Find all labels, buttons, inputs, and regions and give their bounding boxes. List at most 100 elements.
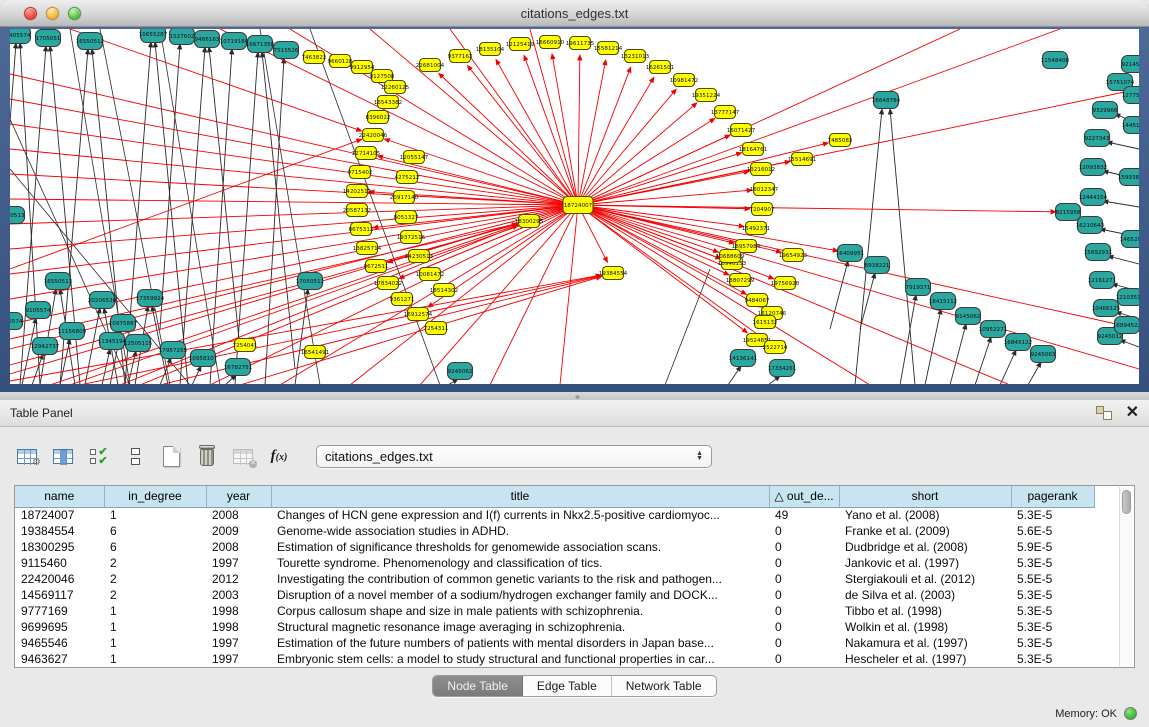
table-cell[interactable]: 1997 [206, 651, 271, 667]
table-cell[interactable]: Disruption of a novel member of a sodium… [271, 587, 769, 603]
network-node-yellow[interactable]: 13777147 [711, 106, 740, 119]
network-node-yellow[interactable]: 18135104 [476, 43, 505, 56]
network-node-teal[interactable]: 9227343 [1085, 130, 1110, 147]
network-node-yellow[interactable]: 12055147 [400, 151, 429, 164]
table-cell[interactable]: 0 [769, 523, 839, 539]
network-node-teal[interactable]: 12775141 [1122, 87, 1139, 104]
table-row[interactable]: 1456911722003Disruption of a novel membe… [15, 587, 1094, 603]
scrollbar-thumb[interactable] [1122, 490, 1131, 514]
network-node-teal[interactable]: 18415112 [929, 293, 957, 310]
table-cell[interactable]: 5.5E-5 [1011, 571, 1094, 587]
delete-table-button[interactable] [194, 443, 220, 469]
network-node-teal[interactable]: 10958107 [189, 350, 218, 367]
network-node-yellow[interactable]: 16071427 [727, 124, 756, 137]
table-cell[interactable]: 1 [104, 507, 206, 523]
table-cell[interactable]: 6 [104, 539, 206, 555]
table-cell[interactable]: 1998 [206, 619, 271, 635]
network-node-yellow[interactable]: 16912574 [404, 308, 433, 321]
table-cell[interactable]: Estimation of the future numbers of pati… [271, 635, 769, 651]
network-node-teal[interactable]: 10466125 [1092, 300, 1121, 317]
table-cell[interactable]: Tourette syndrome. Phenomenology and cla… [271, 555, 769, 571]
network-node-teal[interactable]: 17957255 [159, 342, 188, 359]
minimize-window-icon[interactable] [46, 7, 59, 20]
table-cell[interactable]: 2 [104, 555, 206, 571]
table-cell[interactable]: Yano et al. (2008) [839, 507, 1011, 523]
table-cell[interactable]: 2 [104, 571, 206, 587]
network-node-yellow[interactable]: 19351224 [692, 89, 721, 102]
network-node-teal[interactable]: 9145062 [956, 308, 981, 325]
table-cell[interactable]: 5.3E-5 [1011, 619, 1094, 635]
network-node-yellow[interactable]: 13231013 [621, 50, 650, 63]
network-node-teal[interactable]: 2650513 [10, 207, 25, 224]
table-cell[interactable]: 0 [769, 555, 839, 571]
network-node-yellow[interactable]: 9715402 [348, 166, 373, 179]
network-node-yellow[interactable]: 17834022 [374, 277, 402, 290]
table-cell[interactable]: 14569117 [15, 587, 104, 603]
table-header[interactable]: namein_degreeyeartitle△ out_de...shortpa… [15, 486, 1094, 507]
network-node-yellow[interactable]: 9912954 [350, 61, 375, 74]
table-row[interactable]: 946362711997Embryonic stem cells: a mode… [15, 651, 1094, 667]
network-node-yellow[interactable]: 7204907 [750, 203, 775, 216]
table-cell[interactable]: 1 [104, 603, 206, 619]
function-builder-button[interactable]: f(x) [266, 443, 292, 469]
node-table[interactable]: namein_degreeyeartitle△ out_de...shortpa… [15, 486, 1095, 667]
network-node-yellow[interactable]: 7254311 [424, 322, 449, 335]
network-node-yellow[interactable]: 4275212 [395, 171, 420, 184]
network-node-yellow[interactable]: 10981472 [670, 74, 698, 87]
network-node-teal[interactable]: 17359924 [136, 290, 165, 307]
network-node-yellow[interactable]: 16261501 [646, 61, 675, 74]
table-cell[interactable]: 0 [769, 651, 839, 667]
table-cell[interactable]: 9115460 [15, 555, 104, 571]
table-cell[interactable]: Structural magnetic resonance image aver… [271, 619, 769, 635]
table-row[interactable]: 2242004622012Investigating the contribut… [15, 571, 1094, 587]
network-node-yellow[interactable]: 12714105 [352, 147, 381, 160]
table-cell[interactable]: 2008 [206, 507, 271, 523]
column-header[interactable]: name [15, 486, 104, 507]
network-node-teal[interactable]: 11345194 [98, 333, 127, 350]
table-cell[interactable]: Estimation of significance thresholds fo… [271, 539, 769, 555]
network-node-yellow[interactable]: 8051327 [394, 211, 419, 224]
network-node-yellow[interactable]: 8675312 [349, 223, 374, 236]
network-node-teal[interactable]: 14652041 [1120, 231, 1139, 248]
network-node-teal[interactable]: 12093832 [1079, 159, 1107, 176]
network-node-teal[interactable]: 9405574 [10, 29, 31, 44]
table-row[interactable]: 1938455462009Genome-wide association stu… [15, 523, 1094, 539]
network-node-yellow[interactable]: 8396022 [366, 111, 391, 124]
network-node-yellow[interactable]: 1615132 [753, 316, 778, 329]
network-node-teal[interactable]: 10952271 [979, 321, 1008, 338]
column-header[interactable]: pagerank [1011, 486, 1094, 507]
network-node-teal[interactable]: 9205574 [10, 313, 23, 330]
table-cell[interactable]: 9465546 [15, 635, 104, 651]
table-cell[interactable]: Tibbo et al. (1998) [839, 603, 1011, 619]
network-node-teal[interactable]: 16894522 [1113, 317, 1139, 334]
network-node-yellow[interactable]: 19654923 [779, 249, 808, 262]
network-node-teal[interactable]: 16671358 [246, 36, 275, 53]
table-cell[interactable]: 9699695 [15, 619, 104, 635]
table-cell[interactable]: 5.3E-5 [1011, 587, 1094, 603]
table-cell[interactable]: 9777169 [15, 603, 104, 619]
tab-edge-table[interactable]: Edge Table [523, 676, 612, 696]
panel-divider[interactable] [0, 392, 1149, 400]
close-panel-icon[interactable]: ✕ [1126, 406, 1139, 420]
table-cell[interactable]: Jankovic et al. (1997) [839, 555, 1011, 571]
row-height-button[interactable] [122, 443, 148, 469]
network-node-teal[interactable]: 12444154 [1079, 189, 1108, 206]
network-node-yellow[interactable]: 13825714 [353, 242, 382, 255]
table-cell[interactable]: 22420046 [15, 571, 104, 587]
network-node-teal[interactable]: 17334261 [768, 360, 797, 377]
network-node-yellow[interactable]: 19384554 [599, 267, 628, 280]
network-node-yellow[interactable]: 20917140 [390, 191, 419, 204]
column-header[interactable]: year [206, 486, 271, 507]
new-table-button[interactable] [158, 443, 184, 469]
network-node-yellow[interactable]: 16660910 [536, 36, 565, 49]
table-scrollbar[interactable] [1119, 487, 1132, 666]
network-node-yellow[interactable]: 7463822 [302, 51, 327, 64]
table-row[interactable]: 977716911998Corpus callosum shape and si… [15, 603, 1094, 619]
table-cell[interactable]: 1997 [206, 555, 271, 571]
network-node-teal[interactable]: 11548408 [1041, 52, 1070, 69]
network-node-yellow[interactable]: 7485083 [828, 134, 853, 147]
network-node-teal[interactable]: 11156809 [58, 323, 87, 340]
network-node-teal[interactable]: 7919371 [906, 279, 931, 296]
column-header[interactable]: short [839, 486, 1011, 507]
table-cell[interactable]: Embryonic stem cells: a model to study s… [271, 651, 769, 667]
